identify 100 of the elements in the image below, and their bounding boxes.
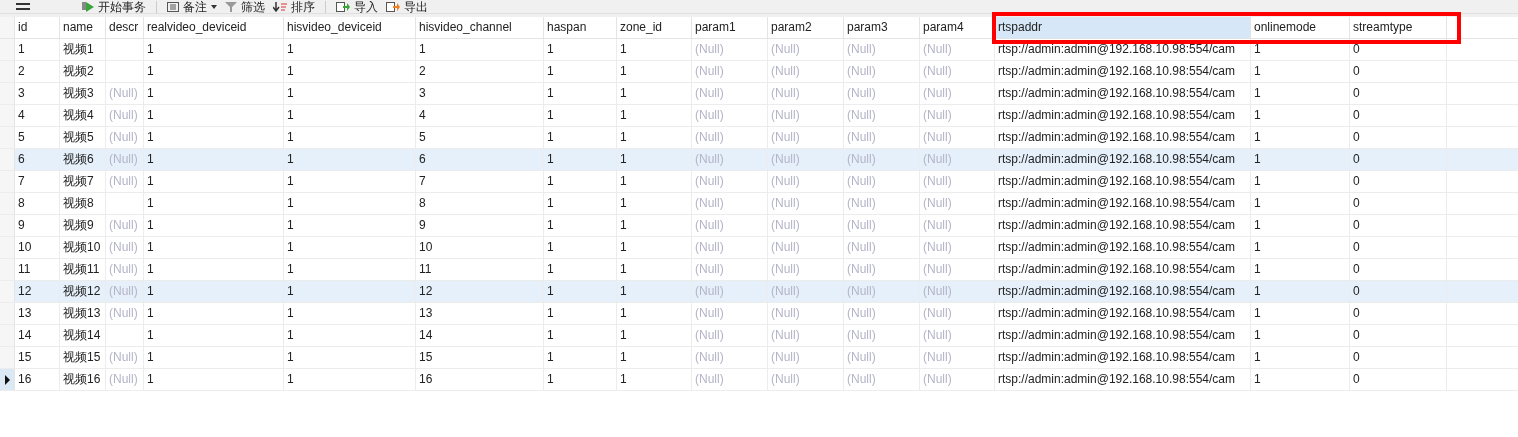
table-cell: rtsp://admin:admin@192.168.10.98:554/cam	[998, 240, 1235, 254]
column-header[interactable]: streamtype	[1350, 17, 1447, 38]
column-header[interactable]: id	[15, 17, 60, 38]
table-cell: rtsp://admin:admin@192.168.10.98:554/cam	[998, 108, 1235, 122]
toolbar-button[interactable]: 导出	[382, 0, 432, 13]
table-cell: 15	[18, 350, 32, 364]
table-cell: (Null)	[695, 372, 724, 386]
table-row[interactable]: 14 视频14 1 1 14 1 1 (Null) (Null) (Null) (Null) rtsp://admin:admin@192.168.10.98:554/cam 1 0	[0, 325, 1518, 347]
table-cell: 0	[1353, 262, 1360, 276]
table-cell: (Null)	[109, 86, 138, 100]
table-cell: 1	[287, 86, 294, 100]
table-row[interactable]: 10 视频10 (Null) 1 1 10 1 1 (Null) (Null) (Null) (Null) rtsp://admin:admin@192.168.10.98:554/cam 1 0	[0, 237, 1518, 259]
column-header[interactable]: param3	[844, 17, 920, 38]
table-cell: 0	[1353, 306, 1360, 320]
table-cell: 1	[1254, 372, 1261, 386]
column-header[interactable]: onlinemode	[1251, 17, 1350, 38]
column-header[interactable]: hisvideo_deviceid	[284, 17, 416, 38]
table-cell: 1	[287, 108, 294, 122]
table-row[interactable]: 3 视频3 (Null) 1 1 3 1 1 (Null) (Null) (Null) (Null) rtsp://admin:admin@192.168.10.98:554/cam 1 0	[0, 83, 1518, 105]
table-cell: 1	[620, 306, 627, 320]
table-cell: 视频6	[63, 152, 94, 166]
table-row[interactable]: 15 视频15 (Null) 1 1 15 1 1 (Null) (Null) (Null) (Null) rtsp://admin:admin@192.168.10.98:554/cam 1 0	[0, 347, 1518, 369]
table-cell: rtsp://admin:admin@192.168.10.98:554/cam	[998, 328, 1235, 342]
column-header[interactable]: descr	[106, 17, 144, 38]
table-cell: 1	[620, 64, 627, 78]
table-cell: 12	[18, 284, 32, 298]
column-header[interactable]: hisvideo_channel	[416, 17, 544, 38]
table-cell: (Null)	[923, 284, 952, 298]
table-cell: (Null)	[695, 196, 724, 210]
toolbar-button[interactable]: 备注	[163, 0, 221, 13]
table-row[interactable]: 16 视频16 (Null) 1 1 16 1 1 (Null) (Null) (Null) (Null) rtsp://admin:admin@192.168.10.98:554/cam 1 0	[0, 369, 1518, 391]
table-cell: 1	[287, 350, 294, 364]
column-header[interactable]: rtspaddr	[995, 17, 1251, 38]
table-cell: 1	[287, 372, 294, 386]
table-cell: (Null)	[771, 306, 800, 320]
table-row[interactable]: 8 视频8 1 1 8 1 1 (Null) (Null) (Null) (Null) rtsp://admin:admin@192.168.10.98:554/cam 1 0	[0, 193, 1518, 215]
table-cell: (Null)	[847, 108, 876, 122]
table-cell: 视频2	[63, 64, 94, 78]
table-row[interactable]: 13 视频13 (Null) 1 1 13 1 1 (Null) (Null) (Null) (Null) rtsp://admin:admin@192.168.10.98:554/cam 1 0	[0, 303, 1518, 325]
table-cell: 1	[547, 240, 554, 254]
table-cell: 1	[147, 64, 154, 78]
column-header[interactable]: haspan	[544, 17, 617, 38]
table-cell: 0	[1353, 64, 1360, 78]
table-row[interactable]: 1 视频1 1 1 1 1 1 (Null) (Null) (Null) (Null) rtsp://admin:admin@192.168.10.98:554/cam 1 0	[0, 39, 1518, 61]
table-cell: 4	[18, 108, 25, 122]
table-row[interactable]: 2 视频2 1 1 2 1 1 (Null) (Null) (Null) (Null) rtsp://admin:admin@192.168.10.98:554/cam 1 0	[0, 61, 1518, 83]
column-header[interactable]: realvideo_deviceid	[144, 17, 284, 38]
menu-icon[interactable]	[16, 2, 30, 11]
table-cell: 1	[1254, 328, 1261, 342]
table-row[interactable]: 6 视频6 (Null) 1 1 6 1 1 (Null) (Null) (Null) (Null) rtsp://admin:admin@192.168.10.98:554/cam 1 0	[0, 149, 1518, 171]
table-cell: (Null)	[771, 372, 800, 386]
table-cell: 1	[147, 86, 154, 100]
table-row[interactable]: 12 视频12 (Null) 1 1 12 1 1 (Null) (Null) (Null) (Null) rtsp://admin:admin@192.168.10.98:554/cam 1 0	[0, 281, 1518, 303]
table-cell: 1	[547, 130, 554, 144]
table-cell: (Null)	[771, 86, 800, 100]
table-cell: (Null)	[847, 218, 876, 232]
table-cell: (Null)	[923, 262, 952, 276]
table-cell: 1	[1254, 284, 1261, 298]
table-cell: 1	[147, 218, 154, 232]
toolbar-button[interactable]: 开始事务	[78, 0, 150, 13]
table-cell: 2	[18, 64, 25, 78]
table-cell: 1	[620, 174, 627, 188]
table-row[interactable]: 5 视频5 (Null) 1 1 5 1 1 (Null) (Null) (Null) (Null) rtsp://admin:admin@192.168.10.98:554/cam 1 0	[0, 127, 1518, 149]
column-header[interactable]: name	[60, 17, 106, 38]
table-row[interactable]: 11 视频11 (Null) 1 1 11 1 1 (Null) (Null) (Null) (Null) rtsp://admin:admin@192.168.10.98:554/cam 1 0	[0, 259, 1518, 281]
column-header[interactable]: param1	[692, 17, 768, 38]
table-cell: (Null)	[695, 152, 724, 166]
table-cell: 16	[419, 372, 433, 386]
table-cell: 3	[419, 86, 426, 100]
table-cell: 1	[147, 262, 154, 276]
table-row[interactable]: 7 视频7 (Null) 1 1 7 1 1 (Null) (Null) (Null) (Null) rtsp://admin:admin@192.168.10.98:554/cam 1 0	[0, 171, 1518, 193]
column-header[interactable]: param2	[768, 17, 844, 38]
table-cell: (Null)	[923, 152, 952, 166]
table-cell: 视频11	[63, 262, 100, 276]
table-cell: (Null)	[695, 328, 724, 342]
toolbar-button[interactable]: 排序	[269, 0, 319, 13]
table-cell: 1	[547, 64, 554, 78]
table-cell: (Null)	[109, 218, 138, 232]
table-cell: 1	[147, 306, 154, 320]
table-cell: 5	[419, 130, 426, 144]
table-cell: 0	[1353, 372, 1360, 386]
toolbar-button[interactable]: 筛选	[221, 0, 269, 13]
table-cell: (Null)	[923, 196, 952, 210]
row-header[interactable]	[0, 369, 15, 390]
table-cell: 1	[1254, 174, 1261, 188]
table-row[interactable]: 9 视频9 (Null) 1 1 9 1 1 (Null) (Null) (Null) (Null) rtsp://admin:admin@192.168.10.98:554/cam 1 0	[0, 215, 1518, 237]
table-cell: 视频16	[63, 372, 101, 386]
import-icon	[336, 1, 350, 12]
table-cell: (Null)	[109, 130, 138, 144]
table-row[interactable]: 4 视频4 (Null) 1 1 4 1 1 (Null) (Null) (Null) (Null) rtsp://admin:admin@192.168.10.98:554/cam 1 0	[0, 105, 1518, 127]
table-cell: 1	[547, 86, 554, 100]
table-cell: (Null)	[109, 108, 138, 122]
table-cell: 1	[1254, 218, 1261, 232]
table-cell: 11	[419, 262, 432, 276]
toolbar-button[interactable]: 导入	[332, 0, 382, 13]
table-cell: 1	[1254, 130, 1261, 144]
table-cell: 1	[1254, 262, 1261, 276]
table-cell: (Null)	[923, 42, 952, 56]
column-header[interactable]: zone_id	[617, 17, 692, 38]
table-cell: 1	[1254, 42, 1261, 56]
